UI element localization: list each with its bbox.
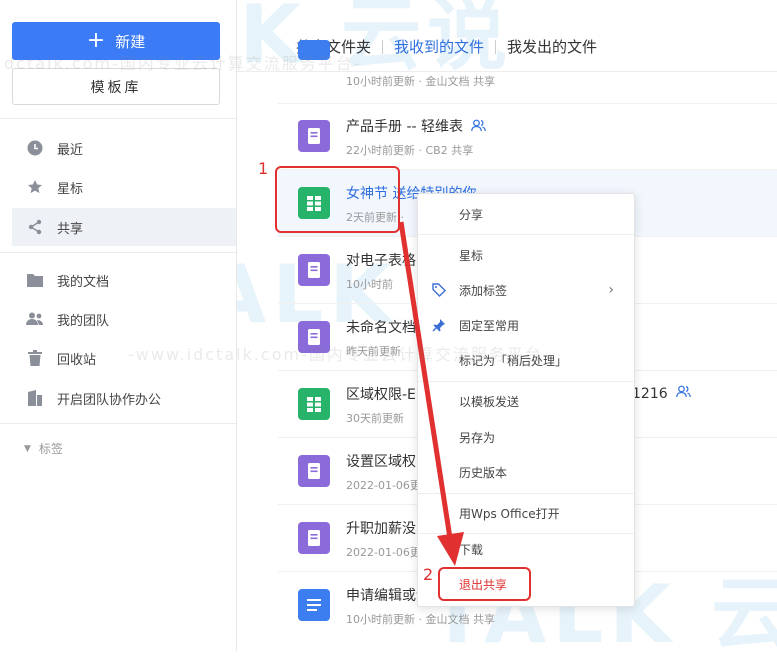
annotation-arrow [398, 221, 464, 566]
watermark-text-top: dctalk.com-国内专业云计算交流服务平台- [4, 54, 362, 73]
watermark-text: -www.idctalk.com-国内专业云计算交流服务平台- [128, 345, 551, 364]
